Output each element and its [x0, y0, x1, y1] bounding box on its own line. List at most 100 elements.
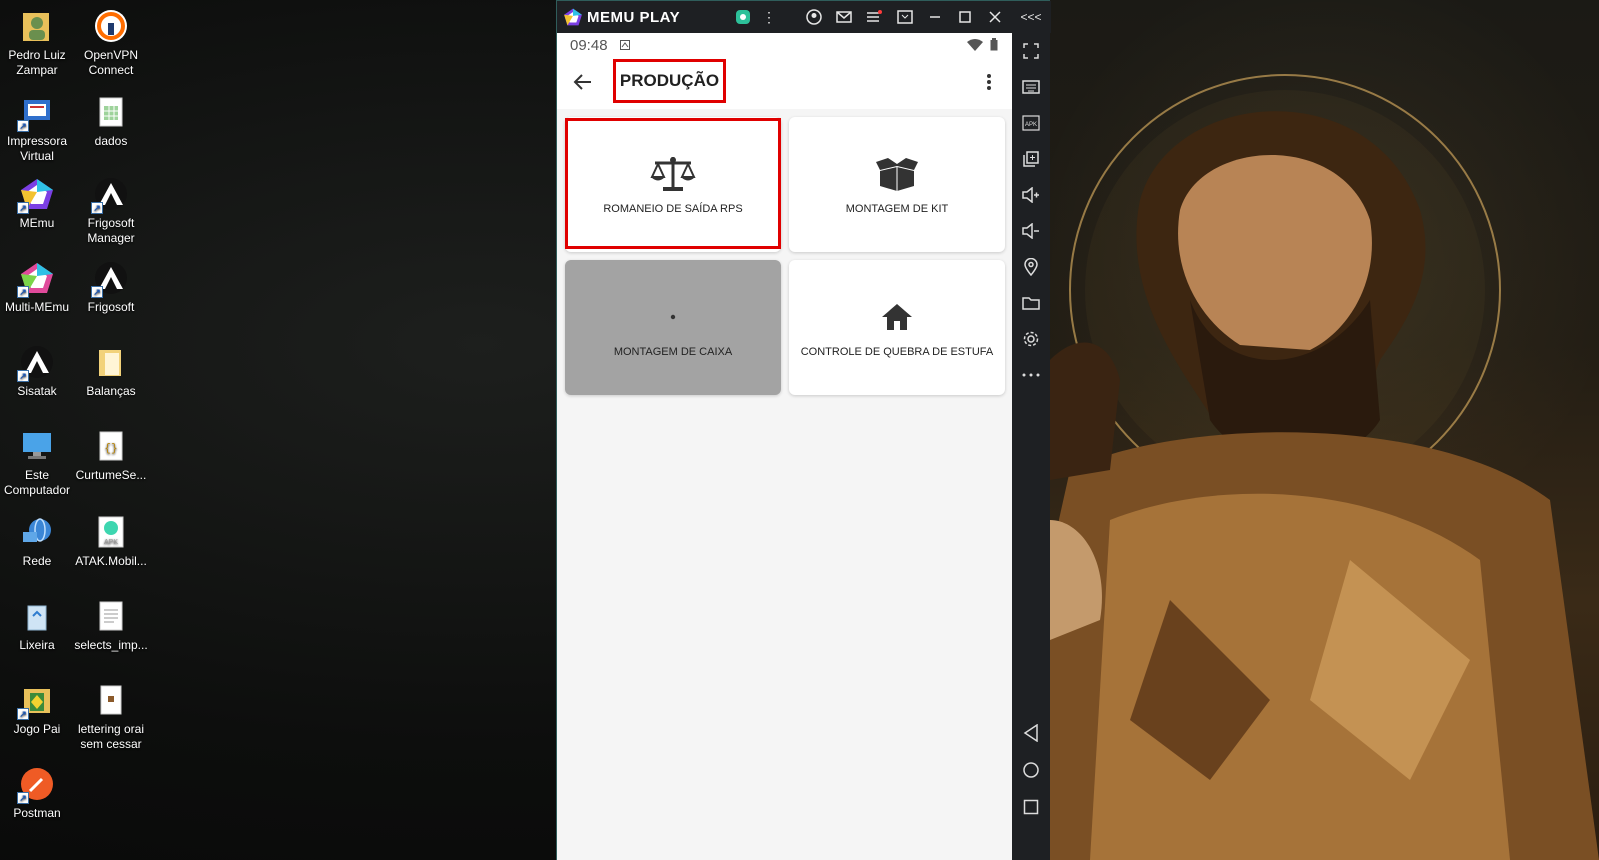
- tile-montagem-caixa[interactable]: MONTAGEM DE CAIXA: [565, 260, 781, 395]
- wallpaper-painting: [1050, 74, 1599, 860]
- desktop-icon-balancas[interactable]: Balanças: [74, 344, 148, 399]
- json-file-icon: {}: [93, 428, 129, 464]
- tile-controle-quebra-estufa[interactable]: CONTROLE DE QUEBRA DE ESTUFA: [789, 260, 1005, 395]
- overflow-menu-button[interactable]: [977, 70, 1001, 94]
- desktop-icon-label: Multi-MEmu: [4, 300, 69, 314]
- desktop-icon-label: Rede: [22, 554, 52, 568]
- atak-logo-icon: ↗: [91, 260, 129, 298]
- desktop-icon-label: Frigosoft: [87, 300, 135, 314]
- wifi-icon: [967, 38, 983, 55]
- keyboard-icon[interactable]: [1021, 77, 1041, 97]
- desktop-icon-multi-memu[interactable]: ↗ Multi-MEmu: [0, 260, 74, 315]
- android-back-icon[interactable]: [1021, 723, 1041, 743]
- tile-label: MONTAGEM DE KIT: [845, 202, 949, 215]
- desktop-icon-label: Balanças: [86, 384, 136, 398]
- mail-icon[interactable]: [835, 8, 853, 26]
- desktop-icon-label: dados: [94, 134, 128, 148]
- image-file-icon: [93, 682, 129, 718]
- desktop-icon-this-pc[interactable]: Este Computador: [0, 428, 74, 498]
- tile-label: ROMANEIO DE SAÍDA RPS: [603, 202, 743, 215]
- memu-window: MEMU PLAY ⋮ <<< 09:48 PRODUÇÃO ROMANEIO …: [556, 0, 1051, 860]
- desktop-icon-user-folder[interactable]: Pedro Luiz Zampar: [0, 8, 74, 78]
- desktop-icon-selects[interactable]: selects_imp...: [74, 598, 148, 653]
- svg-text:APK: APK: [104, 539, 118, 546]
- volume-up-icon[interactable]: [1021, 185, 1041, 205]
- text-file-icon: [93, 598, 129, 634]
- postman-icon: ↗: [17, 766, 55, 804]
- desktop-icon-label: OpenVPN Connect: [83, 48, 139, 77]
- desktop-icon-postman[interactable]: ↗ Postman: [0, 766, 74, 821]
- desktop-icon-label: Sisatak: [17, 384, 57, 398]
- volume-down-icon[interactable]: [1021, 221, 1041, 241]
- status-bar: 09:48: [557, 33, 1012, 57]
- memu-icon: ↗: [17, 176, 55, 214]
- menu-icon[interactable]: [865, 8, 883, 26]
- scale-icon: [649, 155, 697, 193]
- folder-icon[interactable]: [1021, 293, 1041, 313]
- user-folder-icon: [19, 8, 55, 44]
- open-box-icon: [874, 155, 920, 193]
- desktop-icon-dados[interactable]: dados: [74, 94, 148, 149]
- desktop-icon-frigosoft-manager[interactable]: ↗ Frigosoft Manager: [74, 176, 148, 246]
- desktop-icon-label: CurtumeSe...: [75, 468, 147, 482]
- dot-icon: [670, 298, 676, 336]
- desktop-icon-label: Jogo Pai: [13, 722, 61, 736]
- multi-window-icon[interactable]: [1021, 149, 1041, 169]
- maximize-icon[interactable]: [956, 8, 974, 26]
- desktop-icon-openvpn[interactable]: OpenVPN Connect: [74, 8, 148, 78]
- printer-icon: ↗: [17, 94, 55, 132]
- memu-titlebar: MEMU PLAY ⋮ <<<: [557, 1, 1051, 33]
- location-pin-icon[interactable]: [1021, 257, 1041, 277]
- tile-montagem-kit[interactable]: MONTAGEM DE KIT: [789, 117, 1005, 252]
- game-center-icon[interactable]: [734, 8, 752, 26]
- desktop-icon-label: Lixeira: [19, 638, 55, 652]
- desktop-icon-label: lettering orai sem cessar: [77, 722, 145, 751]
- memu-brand: MEMU PLAY: [587, 8, 681, 26]
- desktop-icon-frigosoft[interactable]: ↗ Frigosoft: [74, 260, 148, 315]
- vertical-dots-icon: [987, 74, 991, 90]
- tile-label: CONTROLE DE QUEBRA DE ESTUFA: [800, 345, 994, 358]
- desktop-icon-network[interactable]: Rede: [0, 514, 74, 569]
- app-bar: PRODUÇÃO: [557, 57, 1012, 109]
- back-button[interactable]: [571, 70, 595, 94]
- multi-memu-icon: ↗: [17, 260, 55, 298]
- folder-icon: [93, 344, 129, 380]
- desktop-icon-lettering[interactable]: lettering orai sem cessar: [74, 682, 148, 752]
- desktop-icon-label: Impressora Virtual: [6, 134, 68, 163]
- close-icon[interactable]: [986, 8, 1004, 26]
- apk-install-icon[interactable]: APK: [1021, 113, 1041, 133]
- desktop-icon-label: Postman: [13, 806, 61, 820]
- desktop-icon-label: Frigosoft Manager: [87, 216, 135, 245]
- desktop-icon-curtume[interactable]: {} CurtumeSe...: [74, 428, 148, 483]
- android-screen: 09:48 PRODUÇÃO ROMANEIO DE SAÍDA RPS MON…: [557, 33, 1012, 860]
- android-home-icon[interactable]: [1021, 760, 1041, 780]
- desktop-icon-atak-apk[interactable]: APK ATAK.Mobil...: [74, 514, 148, 569]
- more-tools-icon[interactable]: [1021, 365, 1041, 385]
- minimize-icon[interactable]: [926, 8, 944, 26]
- atak-logo-icon: ↗: [17, 344, 55, 382]
- svg-text:APK: APK: [1025, 122, 1037, 128]
- more-options-icon[interactable]: ⋮: [760, 8, 778, 26]
- fullscreen-icon[interactable]: [1021, 41, 1041, 61]
- account-icon[interactable]: [805, 8, 823, 26]
- desktop-icon-virtual-printer[interactable]: ↗ Impressora Virtual: [0, 94, 74, 164]
- recycle-bin-icon: [19, 598, 55, 634]
- desktop-icon-label: MEmu: [19, 216, 55, 230]
- memu-logo-icon: [564, 8, 582, 26]
- computer-icon: [19, 428, 55, 464]
- svg-text:{}: {}: [104, 443, 117, 455]
- screen-record-icon[interactable]: [896, 8, 914, 26]
- status-time: 09:48: [570, 36, 608, 54]
- arrow-left-icon: [573, 74, 591, 90]
- network-globe-icon: [19, 514, 55, 550]
- settings-gear-icon[interactable]: [1021, 329, 1041, 349]
- desktop-icon-sisatak[interactable]: ↗ Sisatak: [0, 344, 74, 399]
- tile-romaneio-saida[interactable]: ROMANEIO DE SAÍDA RPS: [565, 117, 781, 252]
- desktop-icon-recycle-bin[interactable]: Lixeira: [0, 598, 74, 653]
- folder-icon: ↗: [17, 682, 55, 720]
- collapse-sidebar-button[interactable]: <<<: [1019, 8, 1043, 26]
- android-recents-icon[interactable]: [1021, 797, 1041, 817]
- desktop-icon-label: Pedro Luiz Zampar: [8, 48, 66, 77]
- desktop-icon-memu[interactable]: ↗ MEmu: [0, 176, 74, 231]
- desktop-icon-jogo-pai[interactable]: ↗ Jogo Pai: [0, 682, 74, 737]
